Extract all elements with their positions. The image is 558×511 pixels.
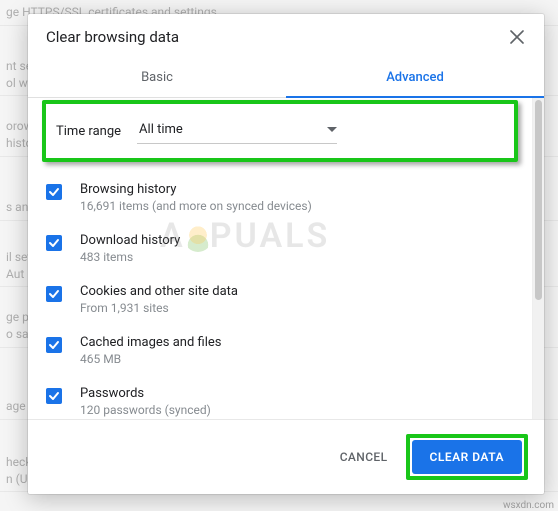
time-range-row: Time range All time — [46, 104, 514, 158]
dialog-footer: CANCEL CLEAR DATA — [28, 419, 544, 494]
dialog-header: Clear browsing data — [28, 14, 544, 52]
list-item: Download history 483 items — [42, 223, 518, 274]
list-item: Passwords 120 passwords (synced) — [42, 376, 518, 419]
tabs: Basic Advanced — [28, 60, 544, 98]
scroll-content: Time range All time Browsing history 16,… — [28, 98, 532, 419]
scrollbar-thumb[interactable] — [535, 100, 542, 300]
time-range-label: Time range — [56, 124, 121, 139]
check-icon — [48, 390, 60, 402]
checkbox-cached[interactable] — [46, 337, 62, 353]
time-range-select[interactable]: All time — [137, 118, 337, 144]
clear-browsing-data-dialog: Clear browsing data Basic Advanced Time … — [28, 14, 544, 494]
item-subtitle: 16,691 items (and more on synced devices… — [80, 199, 312, 213]
highlight-clear-button: CLEAR DATA — [406, 434, 529, 480]
highlight-time-range: Time range All time — [42, 100, 518, 162]
item-text: Passwords 120 passwords (synced) — [80, 386, 211, 417]
vertical-scrollbar[interactable] — [532, 98, 544, 419]
check-icon — [48, 339, 60, 351]
list-item: Cookies and other site data From 1,931 s… — [42, 274, 518, 325]
item-title: Passwords — [80, 386, 211, 401]
item-subtitle: 465 MB — [80, 352, 221, 366]
check-icon — [48, 186, 60, 198]
item-title: Browsing history — [80, 182, 312, 197]
item-text: Browsing history 16,691 items (and more … — [80, 182, 312, 213]
item-text: Download history 483 items — [80, 233, 180, 264]
close-icon — [510, 30, 524, 44]
item-title: Cached images and files — [80, 335, 221, 350]
checkbox-download-history[interactable] — [46, 235, 62, 251]
cancel-button[interactable]: CANCEL — [340, 450, 388, 464]
checkbox-cookies[interactable] — [46, 286, 62, 302]
image-credit: wsxdn.com — [503, 500, 554, 511]
item-title: Cookies and other site data — [80, 284, 238, 299]
item-text: Cached images and files 465 MB — [80, 335, 221, 366]
item-title: Download history — [80, 233, 180, 248]
time-range-value: All time — [139, 122, 183, 137]
tab-advanced[interactable]: Advanced — [286, 60, 544, 97]
chevron-down-icon — [327, 127, 337, 132]
dialog-body: Time range All time Browsing history 16,… — [28, 98, 544, 419]
data-type-list: Browsing history 16,691 items (and more … — [42, 172, 518, 419]
close-button[interactable] — [508, 28, 526, 46]
item-subtitle: From 1,931 sites — [80, 301, 238, 315]
check-icon — [48, 237, 60, 249]
check-icon — [48, 288, 60, 300]
list-item: Browsing history 16,691 items (and more … — [42, 172, 518, 223]
checkbox-passwords[interactable] — [46, 388, 62, 404]
item-text: Cookies and other site data From 1,931 s… — [80, 284, 238, 315]
item-subtitle: 120 passwords (synced) — [80, 403, 211, 417]
list-item: Cached images and files 465 MB — [42, 325, 518, 376]
dialog-title: Clear browsing data — [46, 28, 179, 46]
tab-basic[interactable]: Basic — [28, 60, 286, 97]
item-subtitle: 483 items — [80, 250, 180, 264]
checkbox-browsing-history[interactable] — [46, 184, 62, 200]
clear-data-button[interactable]: CLEAR DATA — [412, 440, 523, 474]
